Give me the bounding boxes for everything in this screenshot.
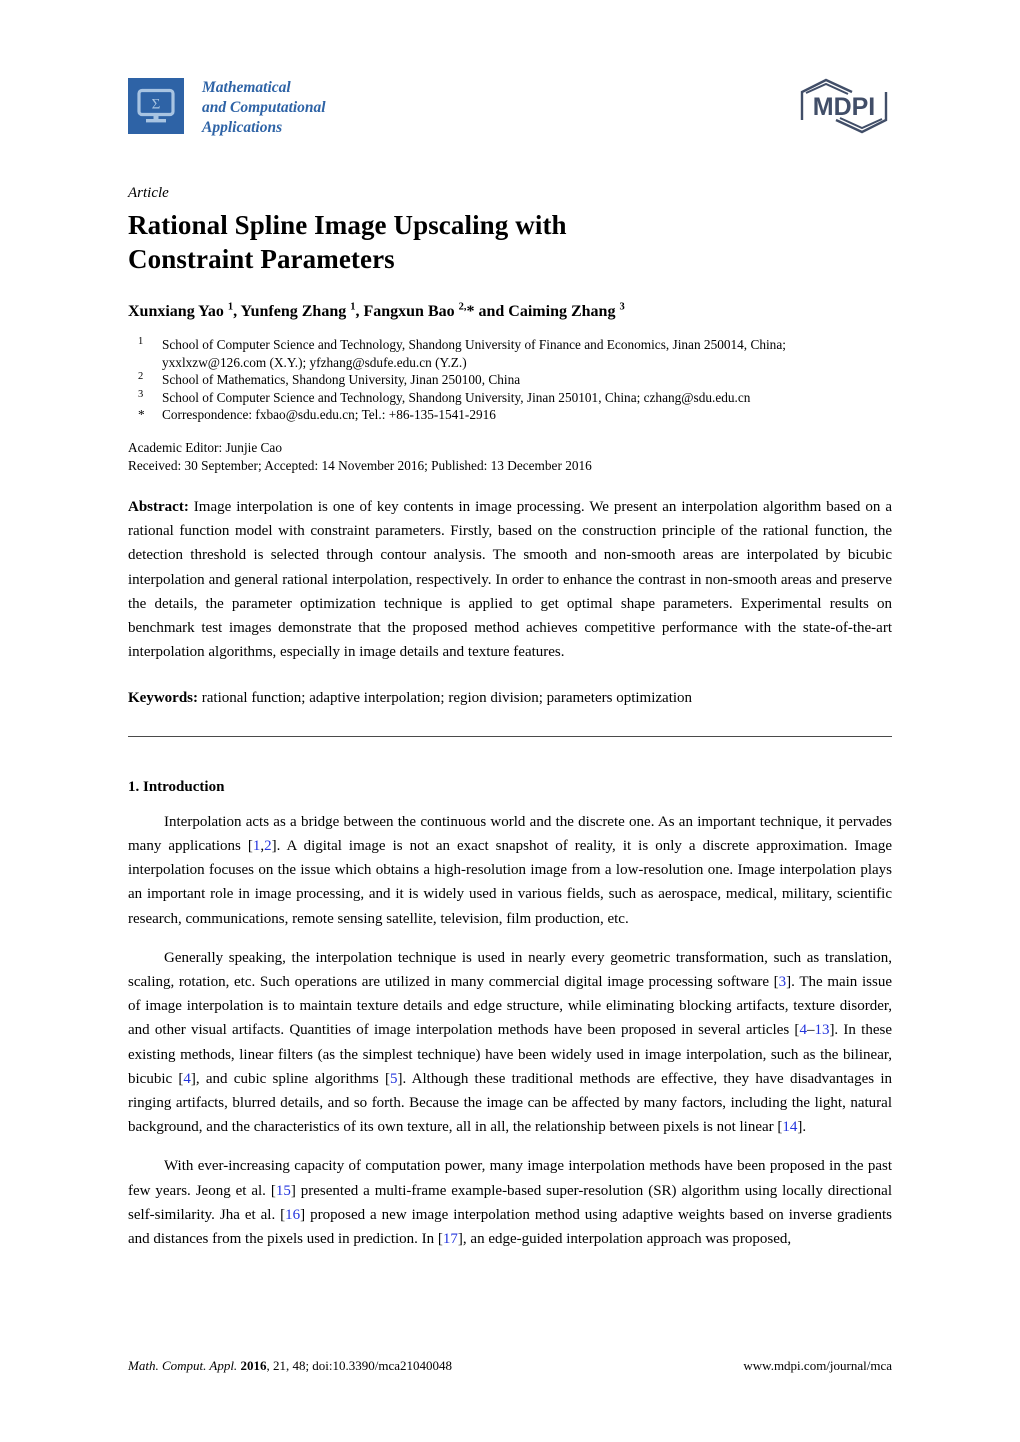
paragraph: With ever-increasing capacity of computa… [128,1158,892,1248]
affiliation-text: School of Mathematics, Shandong Universi… [162,372,521,388]
paper-page: Σ Mathematical and Computational Applica… [0,0,1020,1442]
journal-logo: Σ Mathematical and Computational Applica… [128,78,326,138]
footer-journal-abbrev: Math. Comput. Appl. [128,1358,238,1373]
affiliation-marker: 1 [138,336,144,347]
horizontal-divider [128,736,892,738]
journal-title-line-2: and Computational [202,99,326,116]
journal-title-line-1: Mathematical [202,79,291,96]
journal-monitor-sigma-icon: Σ [128,78,184,134]
paragraph: Generally speaking, the interpolation te… [128,949,892,1136]
correspondence-row: * Correspondence: fxbao@sdu.edu.cn; Tel.… [128,406,892,424]
journal-title-line-3: Applications [202,119,283,136]
paragraph: Interpolation acts as a bridge between t… [128,813,892,927]
editorial-info: Academic Editor: Junjie Cao Received: 30… [128,439,892,475]
correspondence-text: Correspondence: fxbao@sdu.edu.cn; Tel.: … [162,407,496,423]
mdpi-wordmark: MDPI [813,93,876,121]
affiliation-row: 1 School of Computer Science and Technol… [128,336,892,371]
affiliations: 1 School of Computer Science and Technol… [128,336,892,424]
affiliation-marker: 3 [138,388,144,400]
footer-citation: Math. Comput. Appl. 2016, 21, 48; doi:10… [128,1358,452,1374]
keywords-text: rational function; adaptive interpolatio… [201,690,693,707]
author-list: Xunxiang Yao 1, Yunfeng Zhang 1, Fangxun… [128,301,625,320]
footer-journal-url: www.mdpi.com/journal/mca [743,1358,892,1373]
keywords: Keywords: rational function; adaptive in… [128,686,892,710]
abstract: Abstract: Image interpolation is one of … [128,495,892,664]
affiliation-marker: 2 [138,371,144,383]
academic-editor: Academic Editor: Junjie Cao [128,439,282,455]
abstract-label: Abstract: [128,498,189,515]
footer-year: 2016 [240,1358,267,1373]
affiliation-row: 2 School of Mathematics, Shandong Univer… [128,371,892,389]
abstract-text: Image interpolation is one of key conten… [128,498,892,661]
mdpi-publisher-logo: MDPI [796,76,892,136]
section-heading-introduction: 1. Introduction [128,779,225,796]
keywords-label: Keywords: [128,690,198,707]
paper-title-line-1: Rational Spline Image Upscaling with [128,210,567,240]
page-footer: Math. Comput. Appl. 2016, 21, 48; doi:10… [128,1358,892,1374]
publication-dates: Received: 30 September; Accepted: 14 Nov… [128,457,592,473]
affiliation-text: School of Computer Science and Technolog… [162,389,751,405]
paper-title-line-2: Constraint Parameters [128,244,395,274]
page-content: Σ Mathematical and Computational Applica… [128,0,892,1266]
affiliation-row: 3 School of Computer Science and Technol… [128,389,892,407]
svg-text:Σ: Σ [152,97,161,113]
correspondence-marker: * [138,407,145,423]
masthead: Σ Mathematical and Computational Applica… [128,72,892,168]
page-title: Rational Spline Image Upscaling with Con… [128,208,892,276]
footer-citation-rest: , 21, 48; doi:10.3390/mca21040048 [266,1358,453,1373]
article-type-label: Article [128,185,169,201]
journal-title: Mathematical and Computational Applicati… [202,78,326,138]
affiliation-text: School of Computer Science and Technolog… [162,337,786,370]
